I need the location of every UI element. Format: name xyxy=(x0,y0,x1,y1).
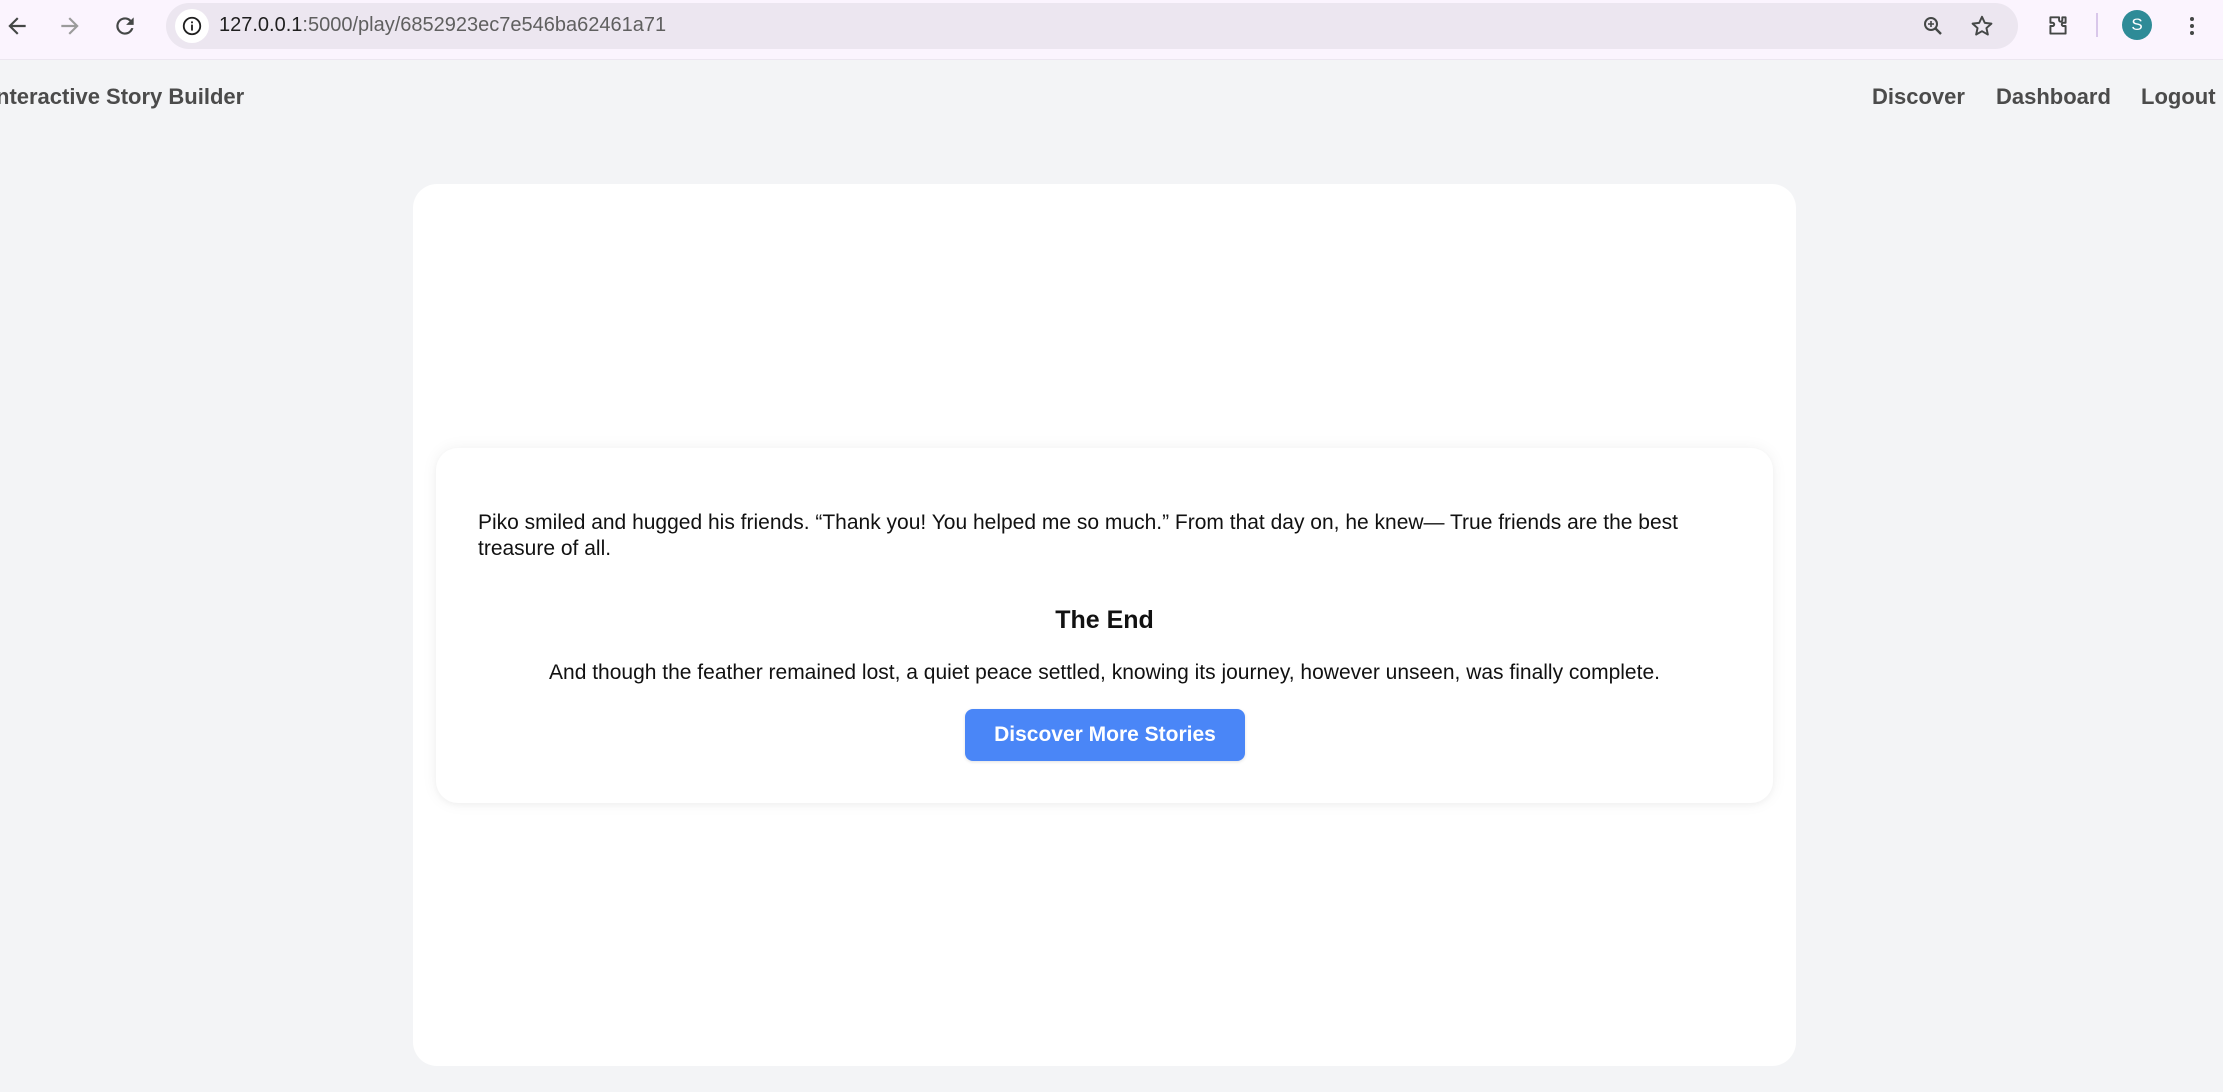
back-button[interactable] xyxy=(0,9,34,43)
story-panel: Piko smiled and hugged his friends. “Tha… xyxy=(436,448,1773,803)
nav-discover[interactable]: Discover xyxy=(1872,84,1965,110)
bookmark-button[interactable] xyxy=(1965,9,1999,43)
zoom-icon xyxy=(1924,17,1942,35)
nav-logout[interactable]: Logout xyxy=(2141,84,2216,110)
nav-dashboard[interactable]: Dashboard xyxy=(1996,84,2111,110)
star-icon xyxy=(1971,15,1993,36)
toolbar-divider xyxy=(2096,13,2098,37)
forward-button[interactable] xyxy=(53,9,87,43)
reload-icon xyxy=(116,17,134,35)
arrow-right-icon xyxy=(61,17,79,35)
url-path: :5000/play/6852923ec7e546ba62461a71 xyxy=(302,14,667,36)
end-message: And though the feather remained lost, a … xyxy=(549,661,1660,684)
story-passage: Piko smiled and hugged his friends. “Tha… xyxy=(478,511,1678,560)
discover-more-stories-button[interactable]: Discover More Stories xyxy=(965,709,1245,761)
reload-button[interactable] xyxy=(108,9,142,43)
end-title: The End xyxy=(1055,606,1154,634)
profile-avatar[interactable]: S xyxy=(2122,10,2152,40)
zoom-button[interactable] xyxy=(1916,9,1950,43)
extensions-button[interactable] xyxy=(2041,9,2075,43)
browser-menu-button[interactable] xyxy=(2175,9,2209,43)
arrow-left-icon xyxy=(8,17,26,35)
more-vert-icon xyxy=(2190,17,2194,35)
app-brand[interactable]: nteractive Story Builder xyxy=(0,84,244,110)
url-text[interactable]: 127.0.0.1:5000/play/6852923ec7e546ba6246… xyxy=(219,14,666,37)
url-host: 127.0.0.1 xyxy=(219,14,303,36)
info-icon xyxy=(182,16,202,36)
app-header: nteractive Story Builder Discover Dashbo… xyxy=(0,60,2223,130)
address-bar[interactable]: 127.0.0.1:5000/play/6852923ec7e546ba6246… xyxy=(166,3,2018,49)
puzzle-icon xyxy=(2049,16,2067,35)
browser-toolbar: 127.0.0.1:5000/play/6852923ec7e546ba6246… xyxy=(0,0,2223,60)
site-info-button[interactable] xyxy=(175,9,209,43)
